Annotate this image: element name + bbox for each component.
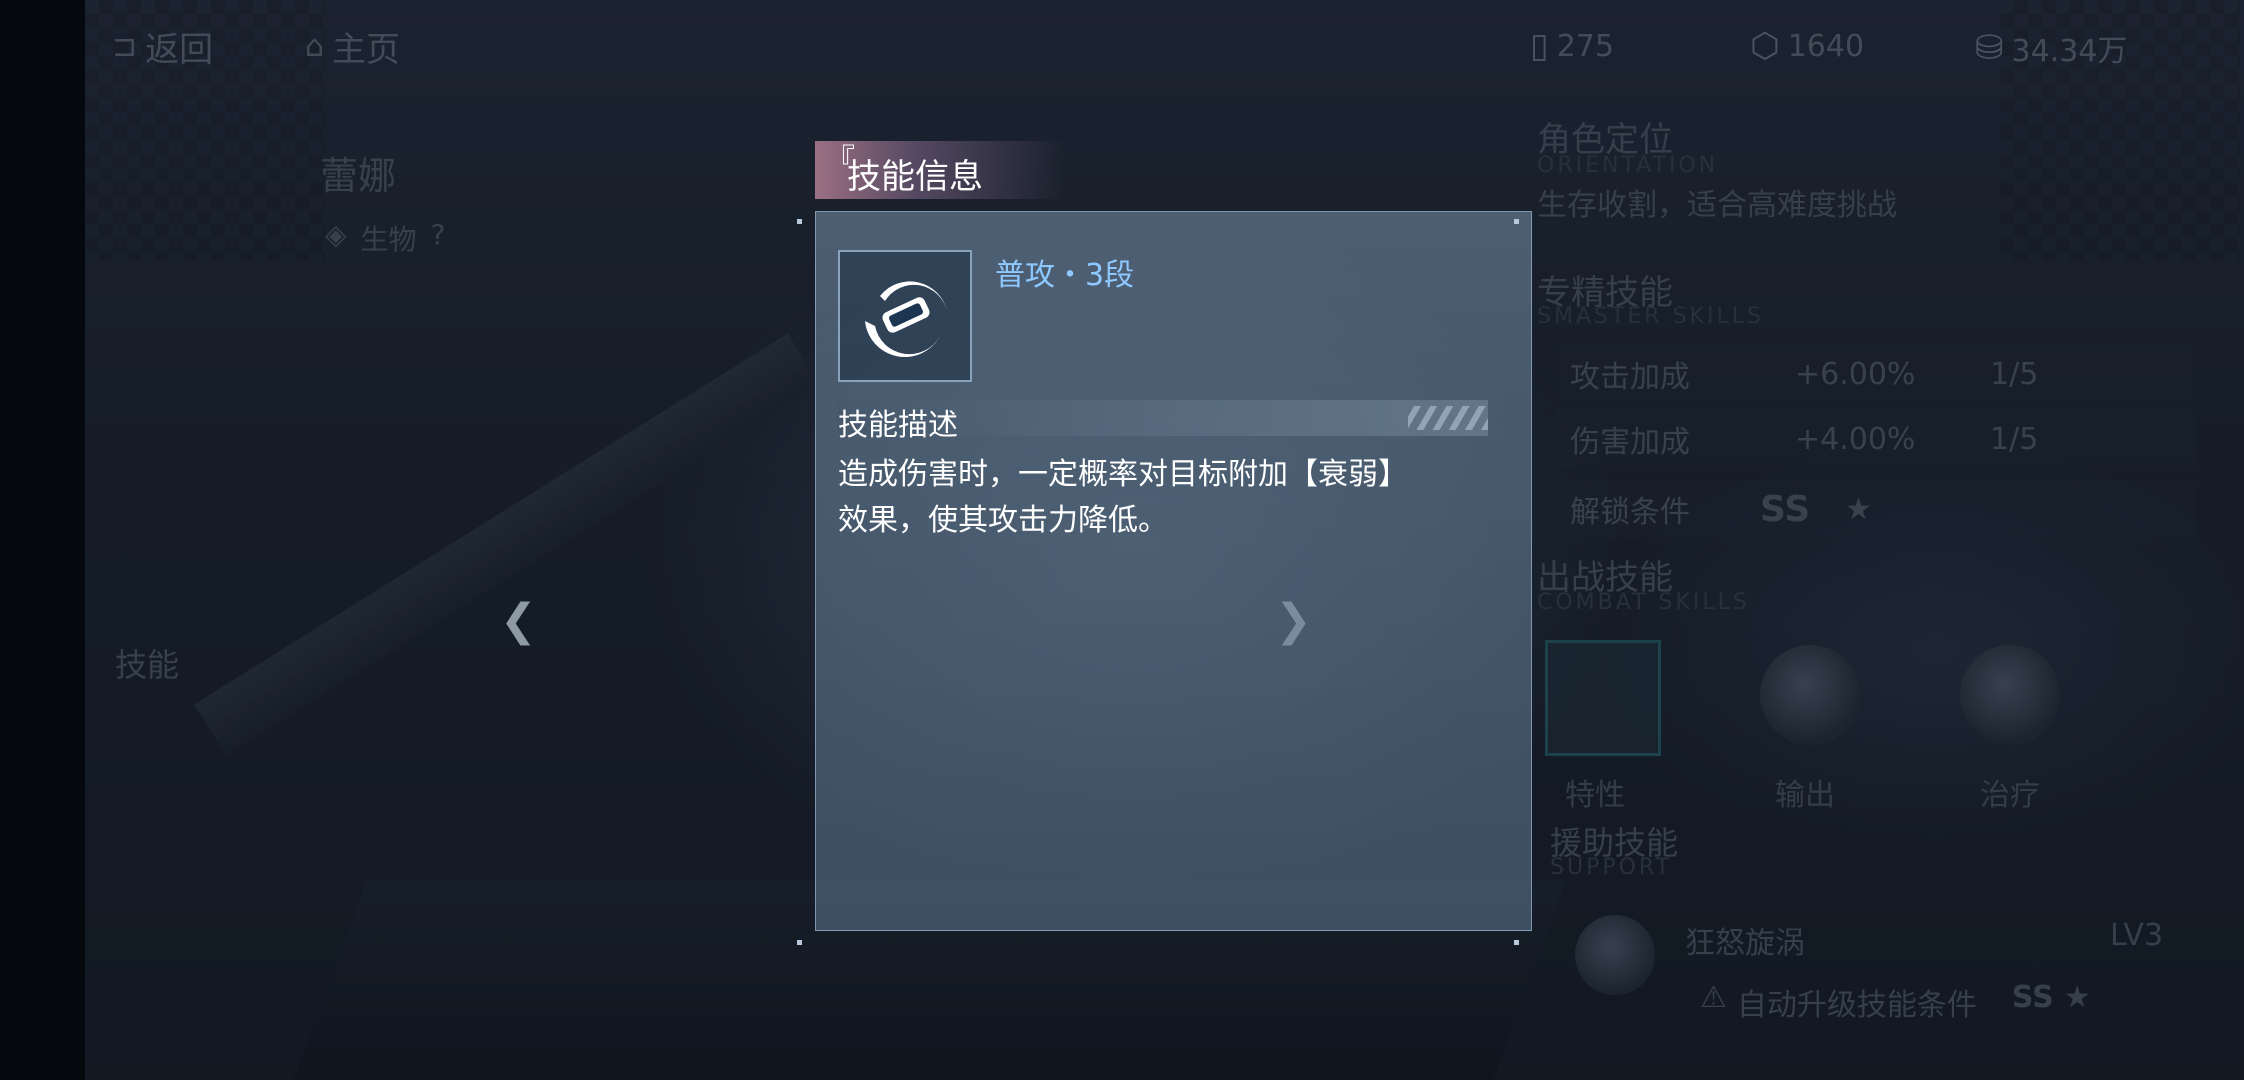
corner-dot — [1514, 219, 1519, 224]
skill-description: 造成伤害时，一定概率对目标附加【衰弱】 效果，使其攻击力降低。 — [838, 457, 1408, 538]
dialog-title-bar: 『 技能信息 — [815, 141, 1065, 199]
skill-name: 普攻・3段 — [995, 258, 1135, 293]
desc-header: 技能描述 — [838, 400, 1488, 443]
corner-dot — [797, 940, 802, 945]
skill-icon-frame — [838, 250, 972, 382]
header-stripes — [1408, 406, 1488, 430]
corner-dot — [797, 219, 802, 224]
chainsaw-slash-icon — [865, 281, 947, 358]
prev-arrow-icon[interactable]: ❮ — [500, 595, 537, 646]
dialog-title: 技能信息 — [847, 157, 983, 197]
corner-dot — [1514, 940, 1519, 945]
